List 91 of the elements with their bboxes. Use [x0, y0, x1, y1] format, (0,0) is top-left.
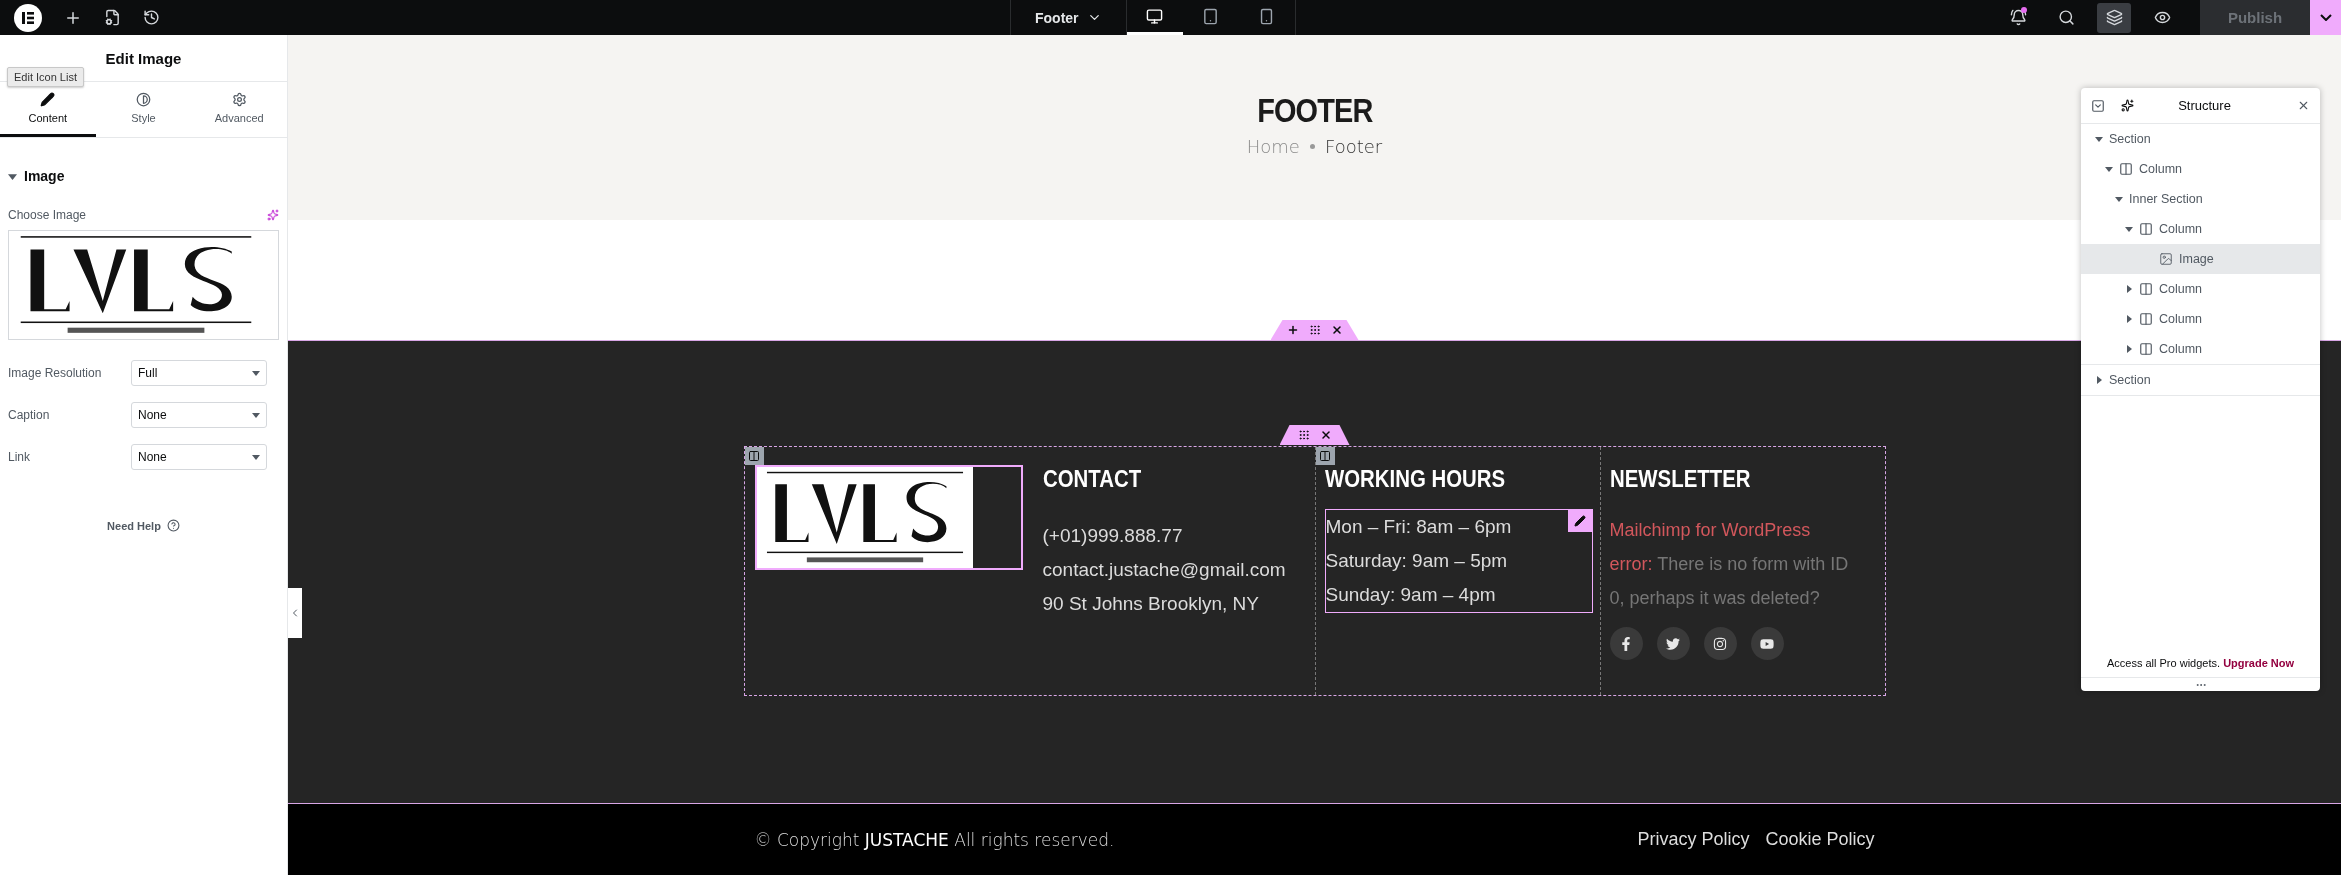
chevron-down-icon	[2319, 14, 2332, 21]
caret-icon[interactable]	[2105, 165, 2113, 173]
history-icon[interactable]	[143, 9, 160, 26]
caret-icon[interactable]	[2125, 285, 2133, 293]
select-field[interactable]: None	[131, 402, 267, 428]
contact-line: (+01)999.888.77	[1042, 524, 1183, 548]
policy-link[interactable]: Cookie Policy	[1765, 829, 1875, 850]
caret-icon[interactable]	[2125, 345, 2133, 353]
image-widget[interactable]	[754, 465, 1023, 570]
contact-line: 90 St Johns Brooklyn, NY	[1042, 592, 1259, 616]
caret-icon[interactable]	[252, 411, 260, 419]
help-icon	[166, 519, 180, 532]
caret-icon[interactable]	[252, 369, 260, 377]
section-toggle[interactable]: Image	[0, 168, 287, 184]
structure-item[interactable]: Section	[2081, 124, 2320, 154]
structure-label: Column	[2159, 222, 2203, 236]
icon-list-widget[interactable]: Mon – Fri: 8am – 6pm Saturday: 9am – 5pm Sunday: 9am – 4pm	[1324, 509, 1593, 613]
structure-label: Inner Section	[2129, 192, 2203, 206]
column-icon	[2139, 282, 2153, 296]
structure-toggle-icon[interactable]	[2097, 2, 2131, 33]
structure-label: Column	[2139, 162, 2183, 176]
image-icon	[2159, 252, 2173, 266]
column-icon	[2139, 222, 2153, 236]
caret-icon[interactable]	[2095, 376, 2103, 384]
close-icon[interactable]	[2297, 99, 2310, 112]
contact-line: contact.justache@gmail.com	[1042, 558, 1286, 582]
tooltip: Edit Icon List	[7, 67, 84, 87]
twitter-icon[interactable]	[1656, 627, 1690, 660]
edit-pencil-icon[interactable]	[1567, 510, 1592, 532]
policy-link[interactable]: Privacy Policy	[1637, 829, 1750, 850]
structure-item[interactable]: Column	[2081, 214, 2320, 244]
column-icon	[2119, 162, 2133, 176]
caret-icon[interactable]	[252, 453, 260, 461]
caret-icon[interactable]	[8, 171, 17, 181]
collapse-all-icon[interactable]	[2091, 98, 2105, 113]
upgrade-link[interactable]: Upgrade Now	[2223, 657, 2295, 669]
promo-text: Access all Pro widgets. Upgrade Now	[2105, 657, 2296, 671]
select-field[interactable]: None	[131, 444, 267, 470]
facebook-icon[interactable]	[1609, 627, 1643, 660]
caret-icon[interactable]	[2115, 195, 2123, 203]
hours-line: Sunday: 9am – 4pm	[1325, 583, 1496, 607]
structure-label: Section	[2109, 373, 2151, 387]
publish-options-button[interactable]	[2310, 0, 2341, 35]
structure-item[interactable]: Column	[2081, 304, 2320, 334]
tablet-icon	[1202, 7, 1220, 25]
field-label: Choose Image	[8, 208, 87, 222]
column-heading: CONTACT	[1042, 465, 1142, 493]
panel-tab[interactable]: Advanced	[191, 82, 287, 137]
column-icon	[2139, 312, 2153, 326]
column-handle-icon[interactable]	[1315, 447, 1335, 465]
caret-icon[interactable]	[2125, 315, 2133, 323]
field-label: Link	[8, 450, 30, 464]
column-heading: WORKING HOURS	[1324, 465, 1506, 493]
structure-item[interactable]: Column	[2081, 274, 2320, 304]
caret-icon[interactable]	[2095, 135, 2103, 143]
gear-icon	[231, 92, 247, 107]
structure-label: Column	[2159, 342, 2203, 356]
breadcrumb-link[interactable]: Footer	[1324, 136, 1383, 157]
desktop-icon	[1146, 7, 1164, 25]
page-settings-icon[interactable]	[104, 9, 121, 26]
structure-item[interactable]: Inner Section	[2081, 184, 2320, 214]
structure-label: Section	[2109, 132, 2151, 146]
panel-title: Structure	[2177, 98, 2232, 113]
panel-tab[interactable]: Style	[95, 82, 192, 137]
pencil-icon	[40, 92, 56, 107]
column-handle-icon[interactable]	[744, 447, 764, 465]
contrast-icon	[136, 92, 151, 107]
field-label: Image Resolution	[8, 366, 102, 380]
hours-line: Mon – Fri: 8am – 6pm	[1325, 515, 1512, 539]
structure-item[interactable]: Column	[2081, 334, 2320, 364]
caret-icon[interactable]	[2125, 225, 2133, 233]
structure-item[interactable]: Image	[2081, 244, 2320, 274]
structure-label: Column	[2159, 282, 2203, 296]
ai-sparkle-icon[interactable]	[2121, 99, 2134, 112]
column-icon	[2139, 342, 2153, 356]
field-label: Caption	[8, 408, 50, 422]
structure-label: Image	[2179, 252, 2214, 266]
need-help-link[interactable]: Need Help	[101, 518, 186, 533]
select-field[interactable]: Full	[131, 360, 267, 386]
hours-line: Saturday: 9am – 5pm	[1325, 549, 1508, 573]
copyright-text: © Copyright JUSTACHE All rights reserved.	[754, 829, 1115, 850]
elementor-logo-icon[interactable]	[14, 3, 42, 32]
page-title: FOOTER	[1256, 91, 1373, 130]
structure-item[interactable]: Column	[2081, 154, 2320, 184]
error-message: Mailchimp for WordPress error: There is no form with ID 0, perhaps it was deleted?	[1609, 519, 1850, 610]
instagram-icon[interactable]	[1703, 627, 1737, 660]
breadcrumb-separator	[1309, 144, 1315, 149]
structure-label: Column	[2159, 312, 2203, 326]
structure-item[interactable]: Section	[2081, 365, 2320, 395]
youtube-icon[interactable]	[1750, 627, 1784, 660]
column-heading: NEWSLETTER	[1609, 465, 1752, 493]
